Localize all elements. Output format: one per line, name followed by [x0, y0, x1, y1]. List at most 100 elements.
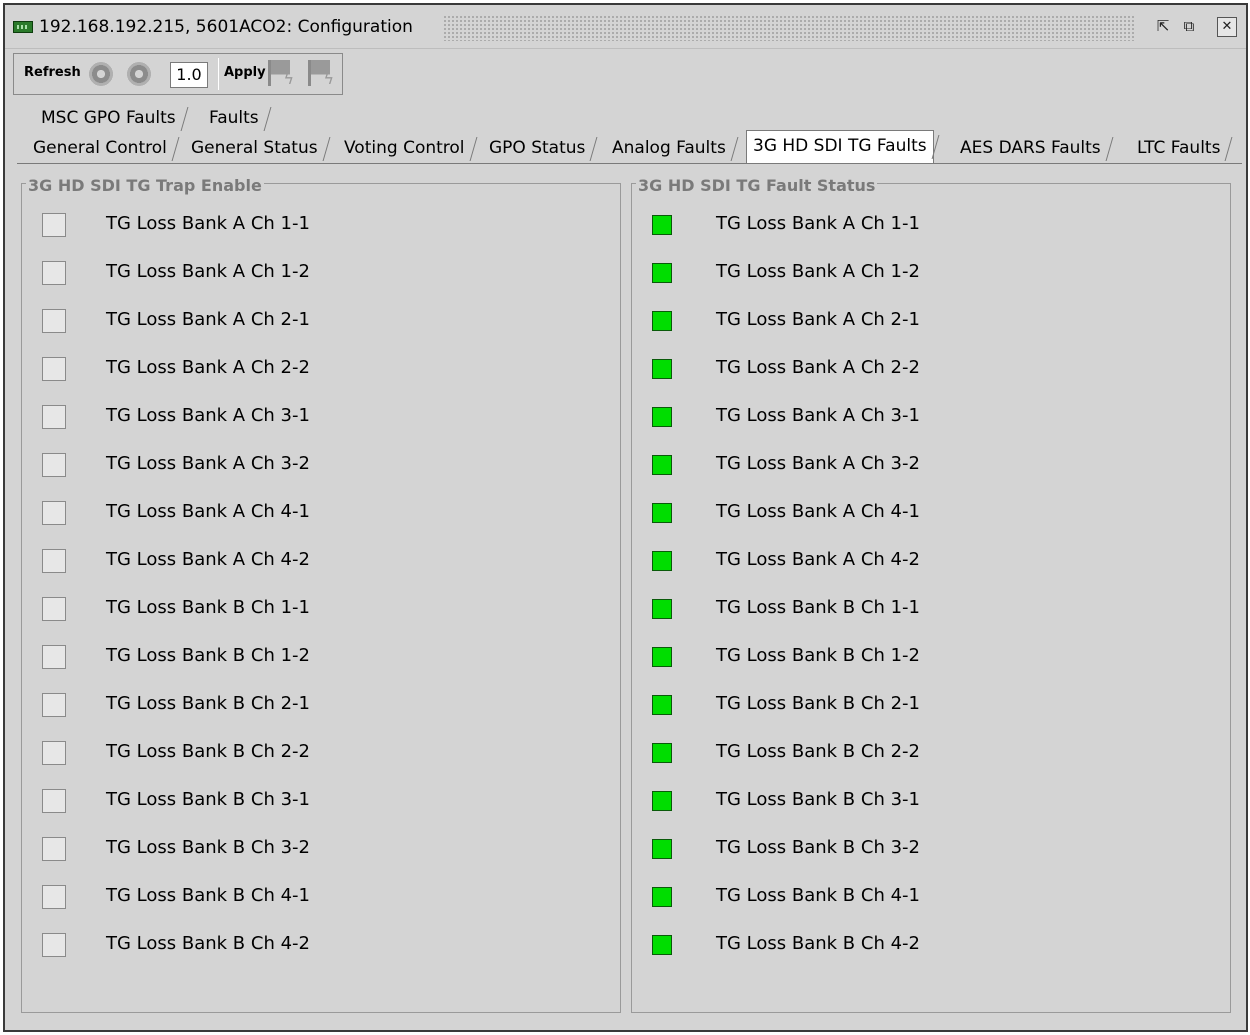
fault-status-row: TG Loss Bank A Ch 1-1 [632, 205, 1230, 245]
fault-status-label: TG Loss Bank A Ch 1-1 [716, 213, 920, 234]
trap-enable-row[interactable]: TG Loss Bank B Ch 3-1 [22, 781, 620, 821]
trap-enable-label: TG Loss Bank A Ch 1-2 [106, 261, 310, 282]
fault-status-title: 3G HD SDI TG Fault Status [636, 176, 878, 195]
fault-status-row: TG Loss Bank B Ch 4-1 [632, 877, 1230, 917]
trap-enable-checkbox[interactable] [42, 405, 66, 429]
trap-enable-checkbox[interactable] [42, 501, 66, 525]
fault-status-row: TG Loss Bank A Ch 3-2 [632, 445, 1230, 485]
trap-enable-row[interactable]: TG Loss Bank A Ch 2-1 [22, 301, 620, 341]
toolbar: Refresh 1.0 Apply [13, 53, 343, 95]
trap-enable-row[interactable]: TG Loss Bank A Ch 4-1 [22, 493, 620, 533]
status-indicator-icon [652, 551, 672, 571]
tab-analog-faults[interactable]: Analog Faults [606, 133, 732, 163]
trap-enable-label: TG Loss Bank B Ch 2-2 [106, 741, 310, 762]
trap-enable-checkbox[interactable] [42, 837, 66, 861]
fault-status-label: TG Loss Bank A Ch 1-2 [716, 261, 920, 282]
status-indicator-icon [652, 455, 672, 475]
trap-enable-checkbox[interactable] [42, 549, 66, 573]
trap-enable-label: TG Loss Bank A Ch 1-1 [106, 213, 310, 234]
trap-enable-row[interactable]: TG Loss Bank B Ch 2-1 [22, 685, 620, 725]
trap-enable-checkbox[interactable] [42, 885, 66, 909]
trap-enable-checkbox[interactable] [42, 741, 66, 765]
apply-all-icon[interactable] [308, 60, 334, 88]
fault-status-row: TG Loss Bank A Ch 4-1 [632, 493, 1230, 533]
apply-button[interactable]: Apply [224, 65, 266, 80]
status-indicator-icon [652, 647, 672, 667]
fault-status-row: TG Loss Bank A Ch 1-2 [632, 253, 1230, 293]
status-indicator-icon [652, 599, 672, 619]
trap-enable-row[interactable]: TG Loss Bank A Ch 2-2 [22, 349, 620, 389]
tab-general-control[interactable]: General Control [27, 133, 173, 163]
refresh-interval-field[interactable]: 1.0 [170, 62, 208, 88]
fault-status-label: TG Loss Bank A Ch 4-2 [716, 549, 920, 570]
trap-enable-checkbox[interactable] [42, 789, 66, 813]
status-indicator-icon [652, 215, 672, 235]
trap-enable-label: TG Loss Bank A Ch 4-2 [106, 549, 310, 570]
fault-status-row: TG Loss Bank B Ch 2-2 [632, 733, 1230, 773]
title-bar[interactable]: 192.168.192.215, 5601ACO2: Configuration… [5, 5, 1246, 49]
trap-enable-checkbox[interactable] [42, 309, 66, 333]
trap-enable-label: TG Loss Bank A Ch 3-1 [106, 405, 310, 426]
trap-enable-checkbox[interactable] [42, 645, 66, 669]
status-indicator-icon [652, 791, 672, 811]
tab-msc-gpo-faults[interactable]: MSC GPO Faults [35, 103, 182, 133]
fault-status-row: TG Loss Bank A Ch 2-1 [632, 301, 1230, 341]
fault-status-label: TG Loss Bank B Ch 4-2 [716, 933, 920, 954]
trap-enable-row[interactable]: TG Loss Bank A Ch 4-2 [22, 541, 620, 581]
title-drag-area[interactable] [443, 15, 1135, 41]
trap-enable-label: TG Loss Bank B Ch 3-1 [106, 789, 310, 810]
tab-voting-control[interactable]: Voting Control [338, 133, 471, 163]
trap-enable-label: TG Loss Bank A Ch 2-2 [106, 357, 310, 378]
tab-aes-dars-faults[interactable]: AES DARS Faults [954, 133, 1107, 163]
fault-status-row: TG Loss Bank B Ch 3-2 [632, 829, 1230, 869]
trap-enable-label: TG Loss Bank B Ch 1-2 [106, 645, 310, 666]
trap-enable-label: TG Loss Bank A Ch 3-2 [106, 453, 310, 474]
trap-enable-checkbox[interactable] [42, 357, 66, 381]
fault-status-row: TG Loss Bank B Ch 1-1 [632, 589, 1230, 629]
window-title: 192.168.192.215, 5601ACO2: Configuration [39, 17, 413, 37]
tab-row-lower: General Control General Status Voting Co… [13, 130, 1249, 163]
trap-enable-checkbox[interactable] [42, 213, 66, 237]
tab-faults[interactable]: Faults [203, 103, 265, 133]
tab-ltc-faults[interactable]: LTC Faults [1131, 133, 1226, 163]
fault-status-label: TG Loss Bank B Ch 2-2 [716, 741, 920, 762]
trap-enable-label: TG Loss Bank B Ch 1-1 [106, 597, 310, 618]
detach-icon[interactable]: ⇱ [1153, 17, 1173, 37]
status-indicator-icon [652, 263, 672, 283]
trap-enable-row[interactable]: TG Loss Bank B Ch 3-2 [22, 829, 620, 869]
trap-enable-row[interactable]: TG Loss Bank A Ch 1-1 [22, 205, 620, 245]
trap-enable-label: TG Loss Bank A Ch 2-1 [106, 309, 310, 330]
fault-status-row: TG Loss Bank B Ch 3-1 [632, 781, 1230, 821]
trap-enable-row[interactable]: TG Loss Bank B Ch 1-2 [22, 637, 620, 677]
trap-enable-row[interactable]: TG Loss Bank A Ch 3-2 [22, 445, 620, 485]
trap-enable-row[interactable]: TG Loss Bank A Ch 3-1 [22, 397, 620, 437]
trap-enable-checkbox[interactable] [42, 693, 66, 717]
tab-3g-hd-sdi-tg-faults[interactable]: 3G HD SDI TG Faults [746, 130, 934, 163]
trap-enable-checkbox[interactable] [42, 453, 66, 477]
trap-enable-row[interactable]: TG Loss Bank A Ch 1-2 [22, 253, 620, 293]
status-indicator-icon [652, 935, 672, 955]
fault-status-label: TG Loss Bank A Ch 2-2 [716, 357, 920, 378]
fault-status-label: TG Loss Bank A Ch 4-1 [716, 501, 920, 522]
trap-enable-row[interactable]: TG Loss Bank B Ch 2-2 [22, 733, 620, 773]
trap-enable-checkbox[interactable] [42, 261, 66, 285]
trap-enable-row[interactable]: TG Loss Bank B Ch 1-1 [22, 589, 620, 629]
status-indicator-icon [652, 743, 672, 763]
close-icon[interactable]: ✕ [1217, 17, 1237, 37]
fault-status-row: TG Loss Bank B Ch 2-1 [632, 685, 1230, 725]
trap-enable-row[interactable]: TG Loss Bank B Ch 4-1 [22, 877, 620, 917]
maximize-icon[interactable]: ⧉ [1179, 17, 1199, 37]
toolbar-separator [218, 58, 219, 90]
trap-enable-checkbox[interactable] [42, 933, 66, 957]
device-card-icon [13, 21, 33, 33]
tab-gpo-status[interactable]: GPO Status [483, 133, 591, 163]
apply-icon[interactable] [268, 60, 294, 88]
tab-general-status[interactable]: General Status [185, 133, 324, 163]
trap-enable-checkbox[interactable] [42, 597, 66, 621]
refresh-gear-icon[interactable] [88, 62, 114, 86]
fault-status-label: TG Loss Bank B Ch 2-1 [716, 693, 920, 714]
trap-enable-row[interactable]: TG Loss Bank B Ch 4-2 [22, 925, 620, 965]
refresh-slow-gear-icon[interactable] [126, 62, 152, 86]
refresh-button[interactable]: Refresh [24, 65, 81, 80]
fault-status-label: TG Loss Bank A Ch 2-1 [716, 309, 920, 330]
